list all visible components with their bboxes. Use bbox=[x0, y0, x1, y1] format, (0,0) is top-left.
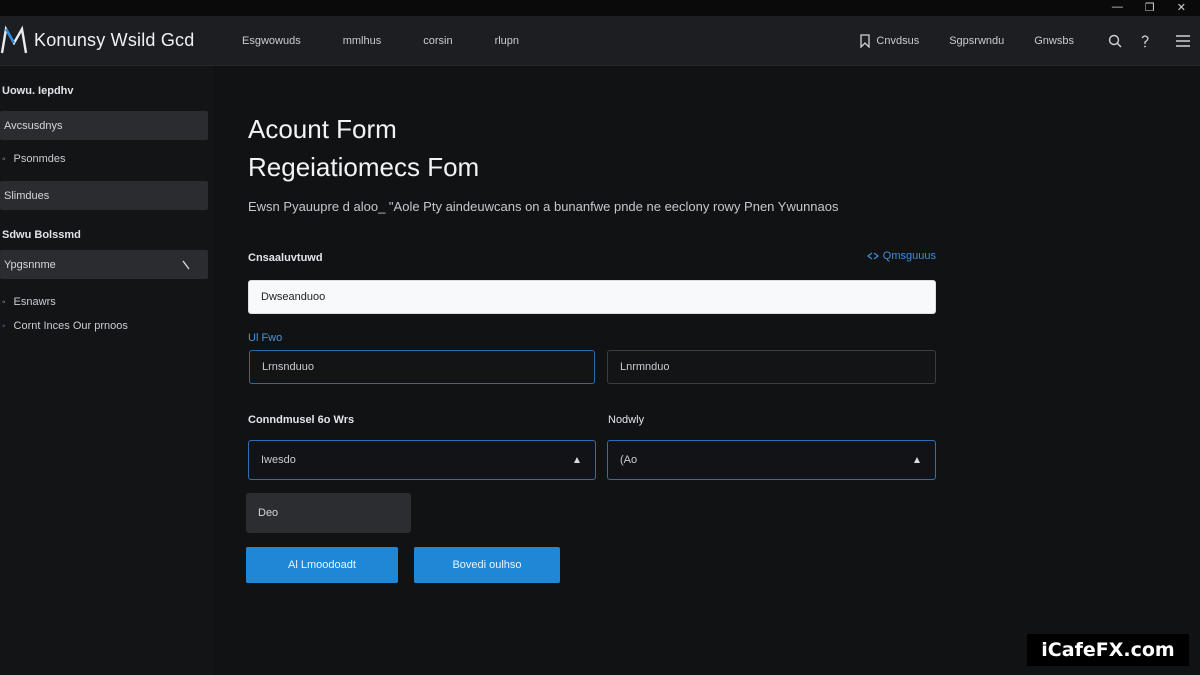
app-logo[interactable]: Konunsy Wsild Gcd bbox=[0, 24, 194, 56]
secondary-button[interactable]: Bovedi oulhso bbox=[414, 547, 560, 583]
window-controls: — ❐ ✕ bbox=[1112, 0, 1186, 14]
page-description: Ewsn Pyauupre d aloo_ "Aole Pty aindeuwc… bbox=[248, 199, 839, 214]
sidebar: Uowu. Iepdhv Avcsusdnys ◦ Psonmdes Slimd… bbox=[0, 66, 214, 675]
help-icon[interactable] bbox=[1134, 30, 1156, 52]
primary-button[interactable]: Al Lmoodoadt bbox=[246, 547, 398, 583]
nav-item-2[interactable]: mmlhus bbox=[343, 35, 382, 47]
menu-icon[interactable] bbox=[1172, 30, 1194, 52]
mode-select[interactable]: (Ao bbox=[607, 440, 936, 480]
app-header: Konunsy Wsild Gcd Esgwowuds mmlhus corsi… bbox=[0, 16, 1200, 66]
secondary-nav: Cnvdsus Sgpsrwndu Gnwsbs bbox=[860, 16, 1200, 66]
mode-label: Nodwly bbox=[608, 414, 645, 426]
sidebar-link-1[interactable]: ◦ Psonmdes bbox=[2, 153, 66, 165]
watermark-badge: iCafeFX.com bbox=[1027, 634, 1189, 666]
form-link[interactable]: Qmsguuus bbox=[866, 250, 936, 262]
sidebar-heading-2: Sdwu Bolssmd bbox=[2, 229, 81, 241]
bookmark-icon bbox=[860, 34, 871, 48]
nav-item-1[interactable]: Esgwowuds bbox=[242, 35, 301, 47]
primary-nav: Esgwowuds mmlhus corsin rlupn bbox=[242, 16, 519, 66]
nav-item-4[interactable]: rlupn bbox=[495, 35, 519, 47]
nav-right-item-3[interactable]: Gnwsbs bbox=[1034, 35, 1074, 47]
link-icon bbox=[866, 252, 879, 260]
sidebar-item-1[interactable]: Avcsusdnys bbox=[0, 111, 208, 140]
title-bar: — ❐ ✕ bbox=[0, 0, 1200, 16]
connection-label: Conndmusel 6o Wrs bbox=[248, 414, 355, 426]
maximize-icon[interactable]: ❐ bbox=[1145, 1, 1155, 14]
chevron-down-icon bbox=[574, 457, 580, 463]
left-input[interactable]: Lrnsnduuo bbox=[249, 350, 595, 384]
search-icon[interactable] bbox=[1104, 30, 1126, 52]
logo-icon bbox=[0, 25, 28, 55]
slash-icon bbox=[182, 260, 190, 269]
connection-select[interactable]: Iwesdo bbox=[248, 440, 596, 480]
chevron-down-icon bbox=[914, 457, 920, 463]
sidebar-link-3[interactable]: ◦ Cornt Inces Our prnoos bbox=[2, 320, 128, 332]
nav-right-item-2[interactable]: Sgpsrwndu bbox=[949, 35, 1004, 47]
page-title: Acount Form bbox=[248, 114, 397, 144]
sidebar-link-2[interactable]: ◦ Esnawrs bbox=[2, 296, 56, 308]
bullet-icon: ◦ bbox=[2, 320, 6, 332]
nav-item-3[interactable]: corsin bbox=[423, 35, 452, 47]
sidebar-heading-1: Uowu. Iepdhv bbox=[2, 85, 74, 97]
main-content: Acount Form Regeiatiomecs Fom Ewsn Pyauu… bbox=[246, 66, 946, 675]
nav-right-item-1[interactable]: Cnvdsus bbox=[860, 34, 919, 48]
bullet-icon: ◦ bbox=[2, 296, 6, 308]
sidebar-item-3[interactable]: Ypgsnnme bbox=[0, 250, 208, 279]
bullet-icon: ◦ bbox=[2, 153, 6, 165]
account-input[interactable]: Dwseanduoo bbox=[248, 280, 936, 314]
app-title: Konunsy Wsild Gcd bbox=[34, 29, 195, 50]
page-subtitle: Regeiatiomecs Fom bbox=[248, 152, 480, 182]
close-icon[interactable]: ✕ bbox=[1177, 1, 1186, 14]
blue-field-label: Ul Fwo bbox=[248, 332, 283, 344]
sidebar-item-2[interactable]: Slimdues bbox=[0, 181, 208, 210]
account-label: Cnsaaluvtuwd bbox=[248, 252, 323, 264]
minimize-icon[interactable]: — bbox=[1112, 1, 1123, 13]
right-input[interactable]: Lnrmnduo bbox=[607, 350, 936, 384]
extra-input[interactable]: Deo bbox=[246, 493, 411, 533]
